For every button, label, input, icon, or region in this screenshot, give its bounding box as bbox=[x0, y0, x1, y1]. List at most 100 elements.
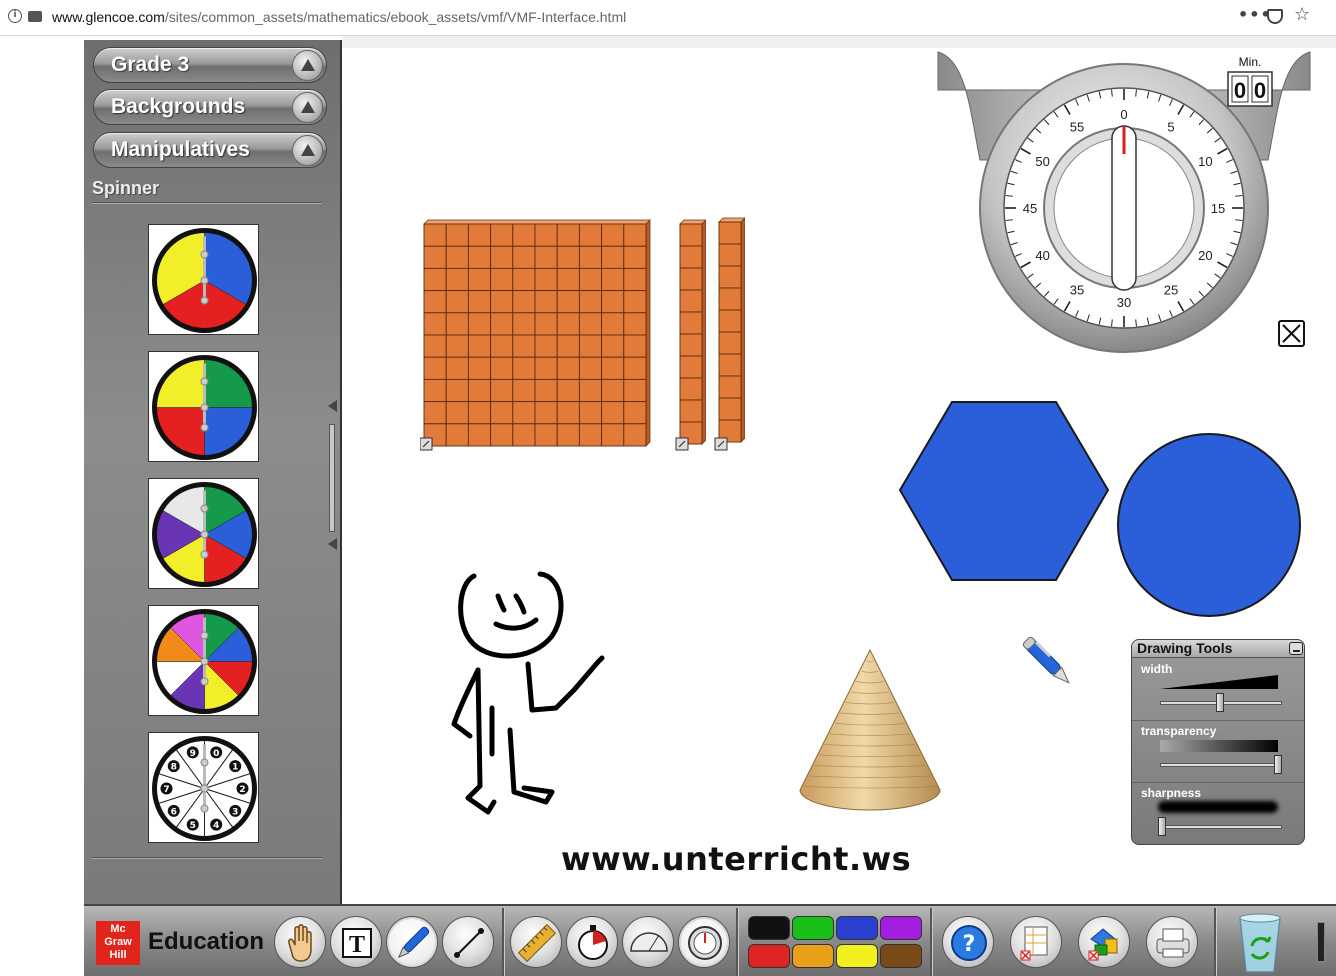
timer-dial-number: 45 bbox=[1023, 201, 1037, 216]
spinner-3-color[interactable] bbox=[148, 224, 259, 335]
close-timer-button[interactable] bbox=[1278, 320, 1305, 347]
base-ten-hundred-flat[interactable] bbox=[420, 216, 652, 456]
pocket-icon[interactable] bbox=[1267, 9, 1283, 24]
unit-cube bbox=[623, 378, 647, 403]
unit-cube bbox=[490, 290, 514, 314]
color-swatch[interactable] bbox=[836, 944, 878, 968]
unit-cube bbox=[512, 378, 536, 403]
unit-cube bbox=[578, 356, 603, 380]
unit-cube bbox=[467, 290, 492, 314]
stopwatch-tool-button[interactable] bbox=[566, 916, 618, 968]
spinner-number: 0 bbox=[213, 749, 219, 759]
base-ten-ten-rod[interactable] bbox=[672, 216, 706, 456]
education-logo-text: Education bbox=[148, 928, 265, 955]
bottom-toolbar: Mc Graw Hill Education T ? bbox=[84, 904, 1336, 976]
grade-menu-button[interactable]: Grade 3 bbox=[93, 47, 327, 83]
unit-cube bbox=[679, 223, 703, 247]
unit-cube bbox=[578, 223, 603, 247]
sidebar-scrollbar[interactable] bbox=[326, 400, 340, 550]
color-swatch[interactable] bbox=[836, 916, 878, 940]
drawing-tools-panel: Drawing Tools width transparency sharpne… bbox=[1131, 639, 1305, 845]
ruler-tool-button[interactable] bbox=[510, 916, 562, 968]
backgrounds-menu-button[interactable]: Backgrounds bbox=[93, 89, 327, 125]
spinner-number: 5 bbox=[190, 821, 196, 831]
spinner-number: 4 bbox=[213, 821, 219, 831]
unit-cube bbox=[718, 265, 742, 289]
unit-cube bbox=[556, 223, 580, 247]
toolbar-scroll-handle[interactable] bbox=[1314, 914, 1328, 970]
spinner-pin bbox=[200, 758, 209, 767]
unit-cube bbox=[718, 375, 742, 399]
unit-cube bbox=[467, 378, 492, 403]
manipulatives-menu-button[interactable]: Manipulatives bbox=[93, 132, 327, 168]
color-swatch[interactable] bbox=[792, 944, 834, 968]
base-ten-ten-rod[interactable] bbox=[711, 214, 745, 454]
color-swatch[interactable] bbox=[880, 916, 922, 940]
unit-cube bbox=[423, 312, 447, 336]
spinner-4-color[interactable] bbox=[148, 351, 259, 462]
color-swatch[interactable] bbox=[880, 944, 922, 968]
hand-tool-button[interactable] bbox=[274, 916, 326, 968]
timer-dial-number: 5 bbox=[1167, 120, 1174, 135]
color-swatch[interactable] bbox=[748, 944, 790, 968]
unit-cube bbox=[512, 334, 536, 358]
timer-dial-number: 20 bbox=[1198, 248, 1212, 263]
stick-figure-drawing[interactable] bbox=[440, 566, 620, 824]
collapse-arrow-icon[interactable] bbox=[292, 92, 323, 123]
timer-tool-button[interactable] bbox=[678, 916, 730, 968]
color-swatch[interactable] bbox=[792, 916, 834, 940]
line-tool-button[interactable] bbox=[442, 916, 494, 968]
unit-cube bbox=[718, 331, 742, 355]
unit-cube bbox=[512, 423, 536, 447]
manipulatives-menu-label: Manipulatives bbox=[111, 138, 250, 161]
drawing-tools-title-bar[interactable]: Drawing Tools bbox=[1132, 640, 1304, 658]
toolbar-separator bbox=[930, 908, 933, 976]
print-button[interactable] bbox=[1146, 916, 1198, 968]
unit-cube bbox=[423, 356, 447, 380]
unit-cube bbox=[623, 356, 647, 380]
unit-cube bbox=[601, 423, 625, 447]
hexagon-shape[interactable] bbox=[896, 398, 1112, 586]
unit-cube bbox=[578, 312, 603, 336]
countdown-timer[interactable]: 0 5 10 15 20 25 30 35 40 45 50 55 Min. 0 0 bbox=[936, 50, 1312, 356]
spinner-8-color[interactable] bbox=[148, 605, 259, 716]
clear-background-button[interactable] bbox=[1010, 916, 1062, 968]
unit-cube bbox=[534, 334, 558, 358]
text-tool-button[interactable]: T bbox=[330, 916, 382, 968]
info-icon[interactable]: i bbox=[8, 9, 22, 23]
help-button[interactable]: ? bbox=[942, 916, 994, 968]
scroll-thumb[interactable] bbox=[329, 424, 335, 532]
transparency-slider-knob[interactable] bbox=[1274, 755, 1282, 774]
bookmark-star-icon[interactable]: ☆ bbox=[1294, 4, 1310, 25]
spinner-8-color-icon bbox=[152, 609, 257, 714]
width-slider-knob[interactable] bbox=[1216, 693, 1224, 712]
unit-cube bbox=[512, 312, 536, 336]
spinner-pin bbox=[200, 804, 209, 813]
minimize-button[interactable] bbox=[1289, 642, 1303, 655]
clear-background-icon bbox=[1020, 926, 1048, 961]
recycle-bin-icon[interactable] bbox=[1230, 908, 1290, 976]
scroll-down-arrow-icon[interactable] bbox=[328, 538, 337, 550]
spinner-pin bbox=[200, 631, 209, 640]
pen-cursor-icon[interactable] bbox=[1016, 630, 1082, 696]
unit-cube bbox=[423, 401, 447, 425]
color-swatch[interactable] bbox=[748, 916, 790, 940]
sharpness-slider-knob[interactable] bbox=[1158, 817, 1166, 836]
unit-cube bbox=[556, 245, 580, 269]
spinner-6-color[interactable] bbox=[148, 478, 259, 589]
spinner-numbers[interactable]: 0 1 2 3 4 5 6 7 8 9 bbox=[148, 732, 259, 843]
circle-shape[interactable] bbox=[1116, 432, 1304, 620]
protractor-tool-button[interactable] bbox=[622, 916, 674, 968]
timer-dial-number: 55 bbox=[1070, 120, 1084, 135]
unit-cube bbox=[490, 378, 514, 403]
pen-tool-button[interactable] bbox=[386, 916, 438, 968]
url-text[interactable]: www.glencoe.com/sites/common_assets/math… bbox=[52, 9, 626, 25]
unit-cube bbox=[718, 397, 742, 421]
transparency-slider-track[interactable] bbox=[1160, 763, 1282, 767]
collapse-arrow-icon[interactable] bbox=[292, 50, 323, 81]
scroll-up-arrow-icon[interactable] bbox=[328, 400, 337, 412]
clear-manipulatives-button[interactable] bbox=[1078, 916, 1130, 968]
sharpness-slider-track[interactable] bbox=[1160, 825, 1282, 829]
cone-shape[interactable] bbox=[796, 644, 946, 816]
collapse-arrow-icon[interactable] bbox=[292, 135, 323, 166]
